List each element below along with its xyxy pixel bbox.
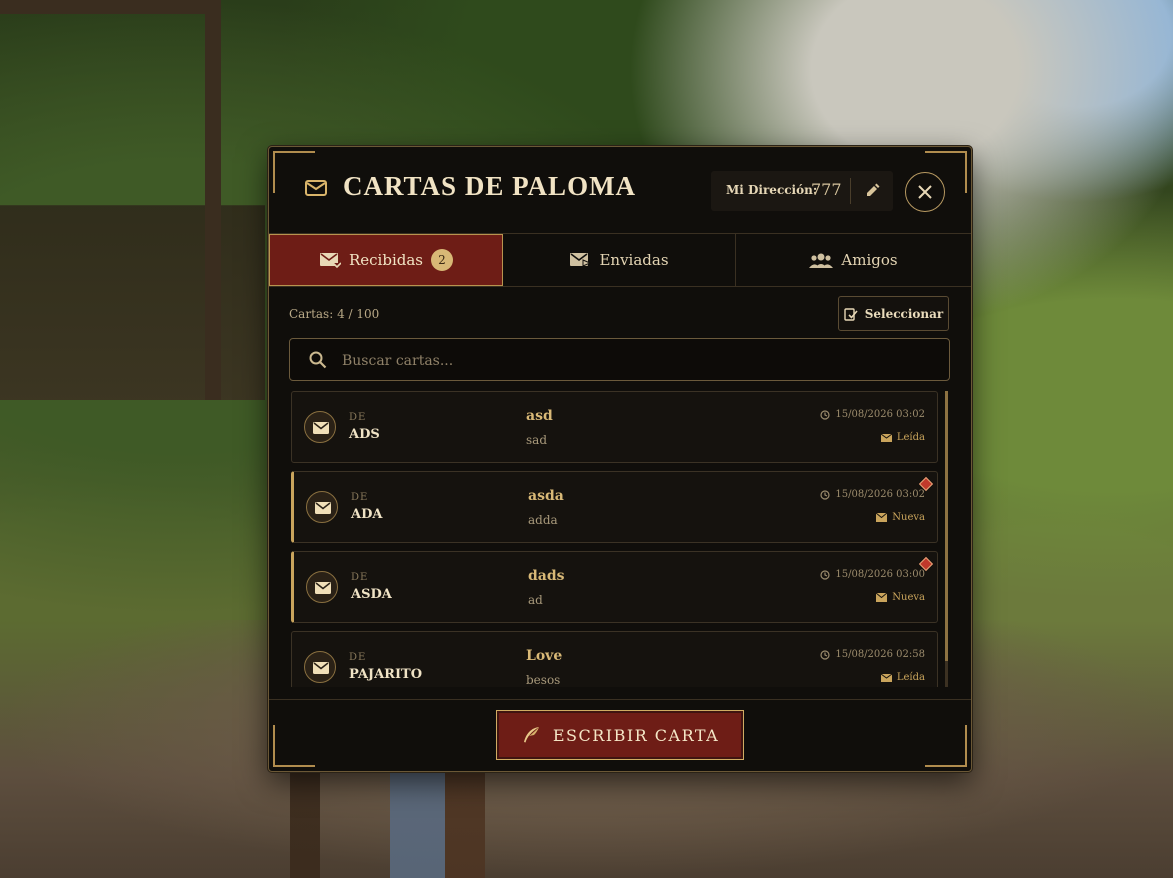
panel-footer: ESCRIBIR CARTA [269, 699, 971, 772]
tab-amigos[interactable]: Amigos [736, 234, 971, 286]
scrollbar-thumb[interactable] [945, 391, 948, 661]
search-box [289, 338, 950, 381]
letter-preview: adda [528, 513, 558, 527]
letter-subject: asd [526, 408, 553, 424]
envelope-icon [304, 411, 336, 443]
sender-name: ASDA [351, 587, 392, 602]
unread-count-badge: 2 [431, 249, 453, 271]
address-label: Mi Dirección: [726, 183, 818, 197]
background-beam [205, 0, 221, 400]
send-mail-icon [570, 253, 592, 267]
letters-count: Cartas: 4 / 100 [289, 307, 380, 321]
from-label: DE [351, 492, 369, 503]
background-wooden-structure [0, 205, 265, 400]
letter-subject: asda [528, 488, 564, 504]
envelope-icon [876, 513, 888, 522]
tab-enviadas[interactable]: Enviadas [503, 234, 736, 286]
tab-label: Amigos [841, 251, 898, 269]
letter-timestamp: 15/08/2026 03:02 [820, 489, 925, 500]
letter-row[interactable]: DE ADA asda adda 15/08/2026 03:02 Nueva [291, 471, 938, 543]
write-letter-label: ESCRIBIR CARTA [552, 725, 720, 745]
envelope-icon [306, 571, 338, 603]
clock-icon [820, 649, 830, 660]
sender-name: ADS [349, 427, 380, 442]
tab-label: Recibidas [348, 251, 423, 269]
friends-icon [809, 253, 834, 268]
pigeon-letters-panel: CARTAS DE PALOMA Mi Dirección: 777 Recib… [268, 146, 972, 772]
read-status: Nueva [876, 512, 925, 523]
search-input[interactable] [340, 349, 924, 373]
close-icon [918, 185, 932, 199]
timestamp-text: 15/08/2026 03:02 [835, 489, 925, 500]
edit-address-pencil-icon[interactable] [861, 180, 883, 202]
timestamp-text: 15/08/2026 03:00 [835, 569, 925, 580]
sender-name: PAJARITO [349, 667, 423, 682]
letter-subject: Love [526, 648, 563, 664]
envelope-icon [304, 651, 336, 683]
address-box: Mi Dirección: 777 [711, 171, 893, 211]
status-text: Leída [896, 672, 925, 683]
clock-icon [820, 569, 830, 580]
letter-preview: ad [528, 593, 543, 607]
letter-subject: dads [528, 568, 565, 584]
read-status: Leída [880, 672, 925, 683]
tab-label: Enviadas [599, 251, 669, 269]
letter-timestamp: 15/08/2026 03:00 [820, 569, 925, 580]
status-text: Leída [896, 432, 925, 443]
background-beam [0, 0, 205, 14]
letter-row[interactable]: DE ASDA dads ad 15/08/2026 03:00 Nueva [291, 551, 938, 623]
read-status: Nueva [876, 592, 925, 603]
divider [850, 178, 851, 204]
select-checklist-icon [844, 307, 858, 321]
letter-row[interactable]: DE ADS asd sad 15/08/2026 03:02 Leída [291, 391, 938, 463]
opened-envelope-icon [880, 433, 892, 442]
envelope-icon [876, 593, 888, 602]
clock-icon [820, 409, 830, 420]
letter-row[interactable]: DE PAJARITO Love besos 15/08/2026 02:58 … [291, 631, 938, 687]
status-text: Nueva [892, 592, 925, 603]
page-title: CARTAS DE PALOMA [343, 171, 637, 201]
read-status: Leída [880, 432, 925, 443]
from-label: DE [349, 412, 367, 423]
envelope-icon [305, 180, 327, 196]
inbox-mail-icon [319, 253, 341, 269]
address-value: 777 [811, 180, 842, 199]
from-label: DE [349, 652, 367, 663]
tab-bar: Recibidas 2 Enviadas Amigos [269, 233, 971, 287]
letters-list: DE ADS asd sad 15/08/2026 03:02 Leída DE… [289, 391, 941, 687]
tab-recibidas[interactable]: Recibidas 2 [269, 234, 503, 286]
search-icon [309, 351, 327, 369]
from-label: DE [351, 572, 369, 583]
envelope-icon [306, 491, 338, 523]
write-letter-button[interactable]: ESCRIBIR CARTA [496, 710, 744, 760]
status-text: Nueva [892, 512, 925, 523]
timestamp-text: 15/08/2026 03:02 [835, 409, 925, 420]
sender-name: ADA [351, 507, 383, 522]
timestamp-text: 15/08/2026 02:58 [835, 649, 925, 660]
letter-timestamp: 15/08/2026 03:02 [820, 409, 925, 420]
clock-icon [820, 489, 830, 500]
letter-preview: besos [526, 673, 561, 687]
close-button[interactable] [905, 172, 945, 212]
select-button[interactable]: Seleccionar [838, 296, 949, 331]
quill-icon [523, 727, 539, 743]
panel-header: CARTAS DE PALOMA Mi Dirección: 777 [269, 147, 971, 233]
letter-timestamp: 15/08/2026 02:58 [820, 649, 925, 660]
opened-envelope-icon [880, 673, 892, 682]
background-character [290, 770, 540, 878]
letter-preview: sad [526, 433, 547, 447]
select-button-label: Seleccionar [864, 306, 944, 321]
